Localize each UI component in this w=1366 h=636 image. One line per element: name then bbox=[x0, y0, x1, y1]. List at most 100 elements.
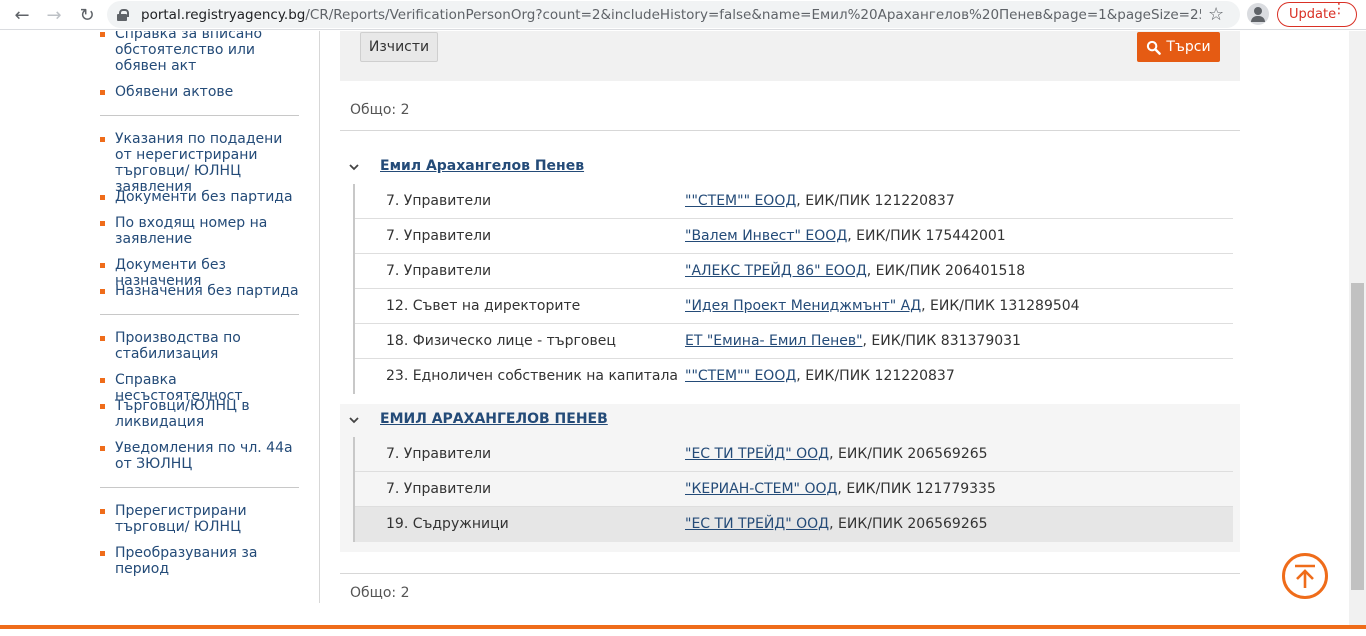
person-rows: 7. Управители ""СТЕМ"" ЕООД, ЕИК/ПИК 1212… bbox=[353, 184, 1233, 394]
clear-button[interactable]: Изчисти bbox=[360, 32, 438, 62]
role-text: 18. Физическо лице - търговец bbox=[386, 333, 616, 349]
bullet-icon bbox=[100, 263, 105, 268]
bookmark-star-icon[interactable]: ☆ bbox=[1208, 4, 1224, 25]
search-icon bbox=[1147, 40, 1162, 55]
eik-text: , ЕИК/ПИК 206401518 bbox=[866, 263, 1026, 279]
table-row: 7. Управители "АЛЕКС ТРЕЙД 86" ЕООД, ЕИК/… bbox=[355, 254, 1233, 289]
role-text: 7. Управители bbox=[386, 481, 492, 497]
search-button-label: Търси bbox=[1166, 39, 1211, 55]
sidebar-item[interactable]: Производства по стабилизация bbox=[100, 330, 300, 362]
person-header[interactable]: ЕМИЛ АРАХАНГЕЛОВ ПЕНЕВ bbox=[340, 406, 1240, 436]
scrollbar[interactable] bbox=[1349, 31, 1366, 628]
table-row: 7. Управители "ЕС ТИ ТРЕЙД" ООД, ЕИК/ПИК … bbox=[355, 437, 1233, 472]
sidebar-item-label: Справка за вписано обстоятелство или обя… bbox=[115, 31, 263, 74]
person-name-link[interactable]: ЕМИЛ АРАХАНГЕЛОВ ПЕНЕВ bbox=[380, 411, 608, 427]
chevron-down-icon[interactable] bbox=[349, 162, 359, 172]
company-link[interactable]: "Валем Инвест" ЕООД bbox=[685, 228, 847, 244]
url-host: portal.registryagency.bg bbox=[141, 6, 306, 23]
reload-icon[interactable]: ↻ bbox=[72, 0, 102, 30]
person-group: ЕМИЛ АРАХАНГЕЛОВ ПЕНЕВ 7. Управители "ЕС … bbox=[340, 404, 1240, 552]
person-name-link[interactable]: Емил Арахангелов Пенев bbox=[380, 158, 584, 174]
table-row: 7. Управители ""СТЕМ"" ЕООД, ЕИК/ПИК 1212… bbox=[355, 184, 1233, 219]
sidebar-item-label: Назначения без партида bbox=[115, 283, 299, 299]
menu-dots-icon[interactable]: ⋮ bbox=[1332, 2, 1346, 16]
total-count: Общо: 2 bbox=[350, 585, 410, 601]
main-content: Изчисти Търси Общо: 2 Емил Арахангелов П… bbox=[340, 31, 1240, 603]
role-text: 19. Съдружници bbox=[386, 516, 509, 532]
search-button[interactable]: Търси bbox=[1137, 32, 1220, 62]
company-link[interactable]: "Идея Проект Мениджмънт" АД bbox=[685, 298, 921, 314]
eik-text: , ЕИК/ПИК 121779335 bbox=[837, 481, 996, 497]
role-text: 7. Управители bbox=[386, 446, 492, 462]
sidebar-item[interactable]: Търговци/ЮЛНЦ в ликвидация bbox=[100, 398, 300, 430]
update-label: Update bbox=[1289, 7, 1337, 22]
sidebar-item-label: Обявени актове bbox=[115, 84, 234, 100]
sidebar-item[interactable]: Обявени актове bbox=[100, 84, 300, 100]
bullet-icon bbox=[100, 509, 105, 514]
address-bar[interactable]: portal.registryagency.bg/CR/Reports/Veri… bbox=[107, 1, 1240, 28]
company-link[interactable]: ""СТЕМ"" ЕООД bbox=[685, 368, 796, 384]
total-count: Общо: 2 bbox=[350, 102, 410, 118]
scrollbar-thumb[interactable] bbox=[1351, 283, 1364, 590]
chevron-down-icon[interactable] bbox=[349, 415, 359, 425]
eik-text: , ЕИК/ПИК 121220837 bbox=[796, 368, 955, 384]
bullet-icon bbox=[100, 378, 105, 383]
update-button[interactable]: Update ⋮ bbox=[1277, 2, 1357, 27]
eik-text: , ЕИК/ПИК 206569265 bbox=[829, 516, 988, 532]
sidebar-item-label: Търговци/ЮЛНЦ в ликвидация bbox=[115, 398, 250, 430]
eik-text: , ЕИК/ПИК 175442001 bbox=[847, 228, 1006, 244]
table-row: 12. Съвет на директорите "Идея Проект Мен… bbox=[355, 289, 1233, 324]
sidebar-item[interactable]: Справка за вписано обстоятелство или обя… bbox=[100, 31, 300, 74]
profile-avatar-icon[interactable] bbox=[1247, 3, 1269, 25]
url-path: /CR/Reports/VerificationPersonOrg?count=… bbox=[305, 6, 1201, 23]
sidebar-item-label: Преобразувания за период bbox=[115, 545, 258, 577]
bullet-icon bbox=[100, 336, 105, 341]
sidebar-item[interactable]: По входящ номер на заявление bbox=[100, 215, 300, 247]
sidebar-item[interactable]: Назначения без партида bbox=[100, 283, 300, 299]
sidebar-item[interactable]: Преобразувания за период bbox=[100, 545, 300, 577]
footer-bar bbox=[0, 625, 1366, 636]
bullet-icon bbox=[100, 90, 105, 95]
lock-icon bbox=[117, 8, 129, 21]
company-link[interactable]: "АЛЕКС ТРЕЙД 86" ЕООД bbox=[685, 263, 867, 279]
bullet-icon bbox=[100, 221, 105, 226]
person-group: Емил Арахангелов Пенев 7. Управители ""СТ… bbox=[340, 153, 1240, 397]
table-row: 19. Съдружници "ЕС ТИ ТРЕЙД" ООД, ЕИК/ПИК… bbox=[355, 507, 1233, 542]
forward-icon[interactable]: → bbox=[39, 0, 69, 30]
sidebar-item-label: По входящ номер на заявление bbox=[115, 215, 268, 247]
arrow-up-icon bbox=[1295, 564, 1315, 588]
sidebar-divider bbox=[100, 115, 299, 116]
eik-text: , ЕИК/ПИК 831379031 bbox=[862, 333, 1021, 349]
bullet-icon bbox=[100, 32, 105, 37]
bullet-icon bbox=[100, 446, 105, 451]
company-link[interactable]: ЕТ "Емина- Емил Пенев" bbox=[685, 333, 863, 349]
browser-toolbar: ← → ↻ portal.registryagency.bg/CR/Report… bbox=[0, 0, 1366, 30]
table-row: 7. Управители "КЕРИАН-СТЕМ" ООД, ЕИК/ПИК … bbox=[355, 472, 1233, 507]
sidebar-item[interactable]: Пререгистрирани търговци/ ЮЛНЦ bbox=[100, 503, 300, 535]
company-link[interactable]: ""СТЕМ"" ЕООД bbox=[685, 193, 796, 209]
person-header[interactable]: Емил Арахангелов Пенев bbox=[340, 153, 1240, 183]
bullet-icon bbox=[100, 289, 105, 294]
eik-text: , ЕИК/ПИК 131289504 bbox=[921, 298, 1080, 314]
role-text: 12. Съвет на директорите bbox=[386, 298, 581, 314]
sidebar-divider bbox=[100, 487, 299, 488]
sidebar: Справка за вписано обстоятелство или обя… bbox=[0, 31, 320, 603]
person-rows: 7. Управители "ЕС ТИ ТРЕЙД" ООД, ЕИК/ПИК … bbox=[353, 437, 1233, 542]
back-icon[interactable]: ← bbox=[7, 0, 37, 30]
sidebar-item[interactable]: Уведомления по чл. 44а от ЗЮЛНЦ bbox=[100, 440, 300, 472]
sidebar-item[interactable]: Документи без партида bbox=[100, 189, 300, 205]
sidebar-item[interactable]: Указания по подадени от нерегистрирани т… bbox=[100, 131, 300, 195]
sidebar-item-label: Уведомления по чл. 44а от ЗЮЛНЦ bbox=[115, 440, 293, 472]
role-text: 23. Едноличен собственик на капитала bbox=[386, 368, 678, 384]
eik-text: , ЕИК/ПИК 121220837 bbox=[796, 193, 955, 209]
table-row: 7. Управители "Валем Инвест" ЕООД, ЕИК/ПИ… bbox=[355, 219, 1233, 254]
eik-text: , ЕИК/ПИК 206569265 bbox=[829, 446, 988, 462]
bullet-icon bbox=[100, 195, 105, 200]
company-link[interactable]: "ЕС ТИ ТРЕЙД" ООД bbox=[685, 446, 829, 462]
company-link[interactable]: "КЕРИАН-СТЕМ" ООД bbox=[685, 481, 837, 497]
sidebar-item-label: Производства по стабилизация bbox=[115, 330, 241, 362]
divider bbox=[340, 130, 1240, 131]
company-link[interactable]: "ЕС ТИ ТРЕЙД" ООД bbox=[685, 516, 829, 532]
bullet-icon bbox=[100, 137, 105, 142]
back-to-top-button[interactable] bbox=[1282, 553, 1328, 599]
